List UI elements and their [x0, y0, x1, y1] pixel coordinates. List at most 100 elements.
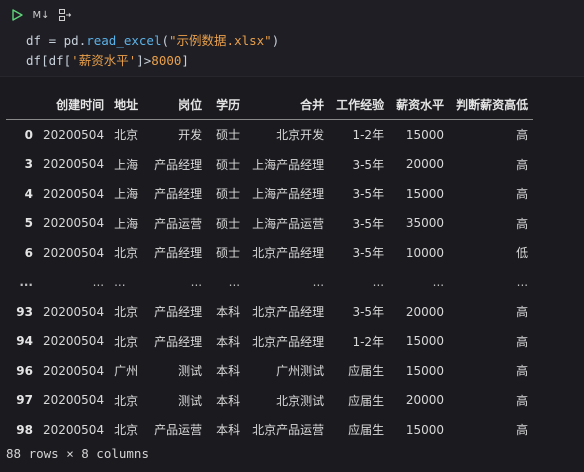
code-token: df	[26, 33, 42, 48]
table-cell: 15000	[405, 127, 445, 142]
table-cell: 高	[516, 393, 529, 408]
table-cell: 应届生	[348, 423, 385, 438]
table-cell: 硕士	[216, 246, 241, 261]
table-cell: 北京	[114, 334, 139, 349]
table-cell: 本科	[216, 393, 241, 408]
table-cell: ...	[432, 275, 445, 290]
column-header: 判断薪资高低	[449, 89, 534, 120]
table-row: 96 20200504 广州 测试 本科 广州测试 应届生 15000 高	[6, 356, 533, 386]
table-cell: 3-5年	[352, 187, 385, 202]
table-cell: 高	[516, 157, 529, 172]
code-cell[interactable]: df = pd.read_excel("示例数据.xlsx") df[df['薪…	[0, 30, 584, 77]
table-cell: 产品运营	[154, 216, 203, 231]
table-row: 98 20200504 北京 产品运营 本科 北京产品运营 应届生 15000 高	[6, 415, 533, 445]
code-line-2: df[df['薪资水平']>8000]	[0, 51, 584, 71]
code-token: ]	[136, 53, 144, 68]
markdown-toggle-button[interactable]: M↓	[32, 6, 50, 24]
table-cell: 北京开发	[276, 128, 325, 143]
table-cell: 硕士	[216, 157, 241, 172]
code-token: pd.	[63, 33, 87, 48]
table-cell: 10000	[405, 245, 445, 260]
column-header: 地址	[109, 89, 148, 120]
table-cell: 20200504	[43, 216, 105, 231]
code-token: )	[271, 33, 280, 48]
table-cell: 15000	[405, 422, 445, 437]
table-cell: 上海	[114, 157, 139, 172]
table-cell: 1-2年	[352, 128, 385, 143]
code-line-1: df = pd.read_excel("示例数据.xlsx")	[0, 31, 584, 51]
table-cell: 北京	[114, 423, 139, 438]
table-cell: 15000	[405, 186, 445, 201]
row-index: 0	[24, 127, 33, 142]
table-cell: 3-5年	[352, 246, 385, 261]
column-header-index	[6, 89, 38, 120]
table-cell: 产品经理	[154, 246, 203, 261]
table-cell: 产品经理	[154, 334, 203, 349]
table-cell: 3-5年	[352, 305, 385, 320]
table-cell: 产品经理	[154, 157, 203, 172]
play-icon[interactable]	[8, 6, 26, 24]
table-cell: ...	[92, 275, 105, 290]
row-index: 3	[24, 157, 33, 172]
row-index: 94	[16, 334, 33, 349]
code-token: df	[26, 53, 42, 68]
table-cell: 本科	[216, 364, 241, 379]
table-cell: 产品经理	[154, 187, 203, 202]
table-cell: 应届生	[348, 393, 385, 408]
row-index: ...	[19, 275, 33, 290]
table-row: 4 20200504 上海 产品经理 硕士 上海产品经理 3-5年 15000 高	[6, 179, 533, 209]
table-cell: 测试	[178, 364, 203, 379]
table-cell: 北京产品运营	[252, 423, 325, 438]
table-cell: 低	[516, 246, 529, 261]
table-row: 0 20200504 北京 开发 硕士 北京开发 1-2年 15000 高	[6, 120, 533, 150]
table-cell: 北京	[114, 393, 139, 408]
table-cell: 北京	[114, 305, 139, 320]
table-cell: 15000	[405, 334, 445, 349]
code-token: (	[161, 33, 170, 48]
table-cell: 15000	[405, 363, 445, 378]
table-cell: 广州测试	[276, 364, 325, 379]
table-cell: 35000	[405, 216, 445, 231]
table-cell: 20200504	[43, 363, 105, 378]
dataframe-shape-summary: 88 rows × 8 columns	[6, 446, 149, 461]
table-cell: 20200504	[43, 422, 105, 437]
table-cell: 上海	[114, 216, 139, 231]
table-cell: 测试	[178, 393, 203, 408]
table-cell: ...	[190, 275, 203, 290]
table-cell: 高	[516, 364, 529, 379]
table-cell: 20200504	[43, 304, 105, 319]
row-index: 93	[16, 304, 33, 319]
table-cell: 上海产品经理	[252, 157, 325, 172]
table-cell: 上海产品运营	[252, 216, 325, 231]
table-cell: 北京	[114, 246, 139, 261]
table-cell: 广州	[114, 364, 139, 379]
table-cell: 1-2年	[352, 334, 385, 349]
split-cell-icon[interactable]	[56, 6, 74, 24]
table-row: ...........................	[6, 268, 533, 298]
row-index: 6	[24, 245, 33, 260]
dataframe-table: 创建时间 地址 岗位 学历 合并 工作经验 薪资水平 判断薪资高低 0 20200…	[6, 89, 534, 445]
table-cell: 上海产品经理	[252, 187, 325, 202]
table-cell: ...	[312, 275, 325, 290]
row-index: 97	[16, 393, 33, 408]
table-cell: ...	[114, 275, 126, 290]
table-cell: 20200504	[43, 127, 105, 142]
table-row: 6 20200504 北京 产品经理 硕士 北京产品经理 3-5年 10000 低	[6, 238, 533, 268]
table-cell: 北京测试	[276, 393, 325, 408]
table-cell: 北京产品经理	[252, 305, 325, 320]
code-token: '薪资水平'	[71, 53, 137, 68]
column-header: 薪资水平	[389, 89, 450, 120]
table-cell: 上海	[114, 187, 139, 202]
row-index: 96	[16, 363, 33, 378]
table-cell: 20000	[405, 304, 445, 319]
table-cell: 本科	[216, 423, 241, 438]
table-row: 97 20200504 北京 测试 本科 北京测试 应届生 20000 高	[6, 386, 533, 416]
row-index: 4	[24, 186, 33, 201]
code-token: ]	[181, 53, 189, 68]
table-cell: ...	[516, 275, 529, 290]
table-cell: 开发	[178, 128, 203, 143]
cell-output: 创建时间 地址 岗位 学历 合并 工作经验 薪资水平 判断薪资高低 0 20200…	[0, 77, 584, 472]
table-row: 5 20200504 上海 产品运营 硕士 上海产品运营 3-5年 35000 高	[6, 209, 533, 239]
table-cell: 高	[516, 187, 529, 202]
table-cell: 20000	[405, 393, 445, 408]
